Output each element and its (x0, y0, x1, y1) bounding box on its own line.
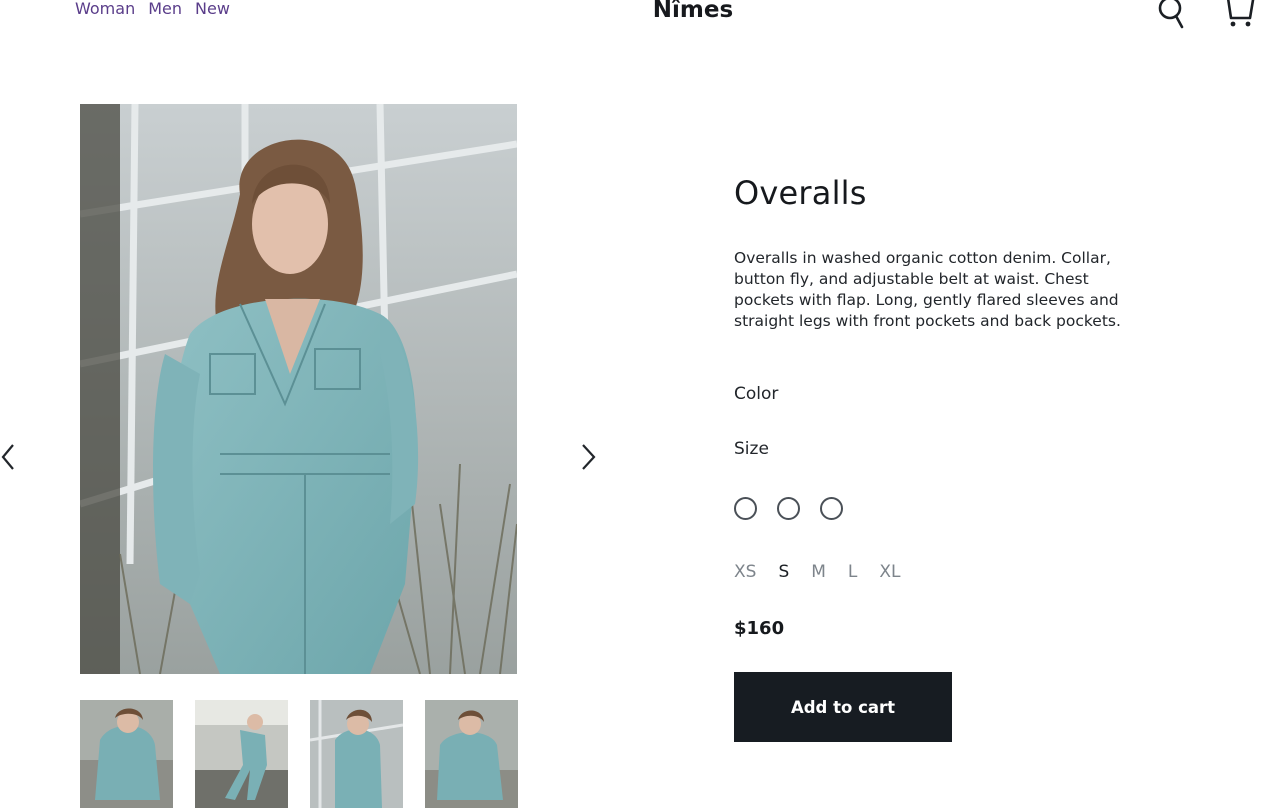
thumbnail-crouching[interactable] (425, 700, 518, 808)
thumbnail-walking[interactable] (195, 700, 288, 808)
thumbnail-sitting[interactable] (80, 700, 173, 808)
add-to-cart-button[interactable]: Add to cart (734, 672, 952, 742)
product-title: Overalls (734, 174, 867, 212)
size-option-l[interactable]: L (848, 562, 857, 582)
chevron-right-icon[interactable] (578, 442, 600, 477)
thumbnail-strip (80, 700, 518, 808)
color-label: Color (734, 384, 779, 404)
color-swatch-3[interactable] (820, 497, 843, 520)
size-options: XS S M L XL (734, 562, 923, 582)
product-description: Overalls in washed organic cotton denim.… (734, 249, 1121, 330)
main-product-image (80, 104, 517, 674)
size-option-xl[interactable]: XL (879, 562, 900, 582)
color-swatches (734, 497, 843, 520)
thumbnail-standing[interactable] (310, 700, 403, 808)
product-price: $160 (734, 618, 785, 639)
search-icon[interactable] (1156, 0, 1186, 35)
chevron-left-icon[interactable] (0, 442, 16, 477)
size-option-s[interactable]: S (778, 562, 789, 582)
color-swatch-2[interactable] (777, 497, 800, 520)
size-label: Size (734, 439, 769, 459)
color-swatch-1[interactable] (734, 497, 757, 520)
brand-logo[interactable]: Nîmes (0, 0, 1280, 23)
size-option-xs[interactable]: XS (734, 562, 756, 582)
size-option-m[interactable]: M (811, 562, 826, 582)
cart-icon[interactable] (1220, 0, 1256, 35)
